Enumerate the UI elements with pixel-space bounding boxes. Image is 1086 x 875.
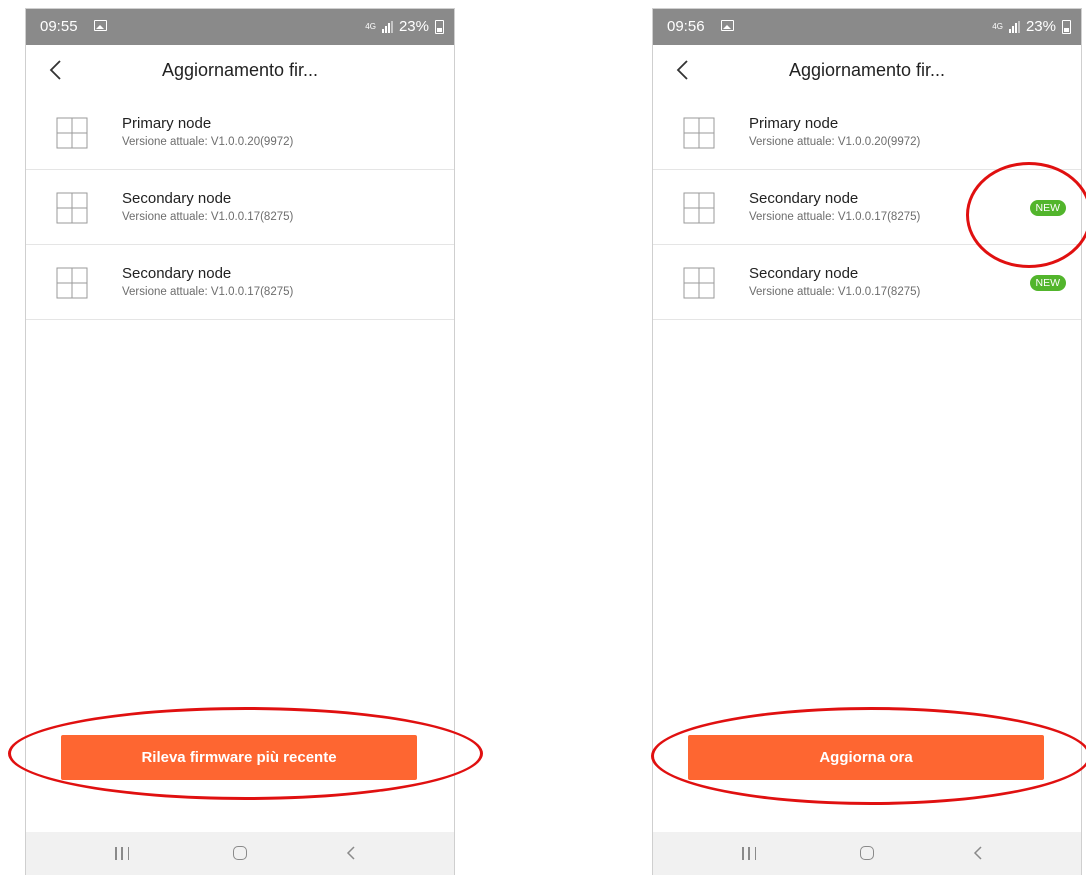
nav-back-icon[interactable] xyxy=(970,844,986,862)
list-item-primary-node[interactable]: Primary node Versione attuale: V1.0.0.20… xyxy=(653,95,1081,170)
node-name: Primary node xyxy=(122,115,212,132)
node-name: Secondary node xyxy=(749,190,859,207)
new-badge: NEW xyxy=(1029,200,1066,216)
phone-screen-before: 09:55 4G 23% Aggiornamento fir... Primar… xyxy=(25,8,455,875)
nav-home-icon[interactable] xyxy=(233,846,247,860)
list-item-primary-node[interactable]: Primary node Versione attuale: V1.0.0.20… xyxy=(26,95,454,170)
battery-percent: 23% xyxy=(398,18,429,35)
battery-percent: 23% xyxy=(1025,18,1056,35)
battery-icon xyxy=(1062,19,1071,34)
node-version: Versione attuale: V1.0.0.17(8275) xyxy=(122,211,294,223)
nav-recent-apps-icon[interactable] xyxy=(742,847,756,860)
page-title: Aggiornamento fir... xyxy=(161,60,319,80)
app-bar: Aggiornamento fir... xyxy=(653,45,1081,95)
list-item-secondary-node[interactable]: Secondary node Versione attuale: V1.0.0.… xyxy=(26,245,454,320)
status-indicators: 4G 23% xyxy=(365,18,444,35)
app-bar: Aggiornamento fir... xyxy=(26,45,454,95)
signal-icon xyxy=(1008,20,1020,33)
phone-screen-after: 09:56 4G 23% Aggiornamento fir... Primar… xyxy=(652,8,1082,875)
node-device-icon xyxy=(683,117,715,149)
system-nav-bar xyxy=(26,832,454,875)
node-version: Versione attuale: V1.0.0.17(8275) xyxy=(122,286,294,298)
node-version: Versione attuale: V1.0.0.20(9972) xyxy=(749,136,921,148)
new-badge: NEW xyxy=(1029,275,1066,291)
signal-icon xyxy=(381,20,393,33)
status-bar: 09:55 4G 23% xyxy=(26,9,454,45)
status-time: 09:55 xyxy=(40,18,78,35)
node-name: Primary node xyxy=(749,115,839,132)
status-bar: 09:56 4G 23% xyxy=(653,9,1081,45)
gallery-icon xyxy=(721,20,734,31)
list-item-secondary-node[interactable]: Secondary node Versione attuale: V1.0.0.… xyxy=(653,245,1081,320)
detect-firmware-button[interactable]: Rileva firmware più recente xyxy=(61,735,417,780)
node-version: Versione attuale: V1.0.0.17(8275) xyxy=(749,286,921,298)
list-item-secondary-node[interactable]: Secondary node Versione attuale: V1.0.0.… xyxy=(653,170,1081,245)
node-version: Versione attuale: V1.0.0.20(9972) xyxy=(122,136,294,148)
network-type: 4G xyxy=(992,21,1003,31)
page-title: Aggiornamento fir... xyxy=(788,60,946,80)
node-version: Versione attuale: V1.0.0.17(8275) xyxy=(749,211,921,223)
node-device-icon xyxy=(683,192,715,224)
node-list: Primary node Versione attuale: V1.0.0.20… xyxy=(26,95,454,320)
node-name: Secondary node xyxy=(122,265,232,282)
list-item-secondary-node[interactable]: Secondary node Versione attuale: V1.0.0.… xyxy=(26,170,454,245)
node-device-icon xyxy=(56,117,88,149)
node-device-icon xyxy=(56,192,88,224)
node-device-icon xyxy=(56,267,88,299)
gallery-icon xyxy=(94,20,107,31)
status-indicators: 4G 23% xyxy=(992,18,1071,35)
update-now-button[interactable]: Aggiorna ora xyxy=(688,735,1044,780)
nav-recent-apps-icon[interactable] xyxy=(115,847,129,860)
network-type: 4G xyxy=(365,21,376,31)
node-list: Primary node Versione attuale: V1.0.0.20… xyxy=(653,95,1081,320)
status-time: 09:56 xyxy=(667,18,705,35)
node-name: Secondary node xyxy=(122,190,232,207)
nav-back-icon[interactable] xyxy=(343,844,359,862)
battery-icon xyxy=(435,19,444,34)
nav-home-icon[interactable] xyxy=(860,846,874,860)
system-nav-bar xyxy=(653,832,1081,875)
node-device-icon xyxy=(683,267,715,299)
node-name: Secondary node xyxy=(749,265,859,282)
